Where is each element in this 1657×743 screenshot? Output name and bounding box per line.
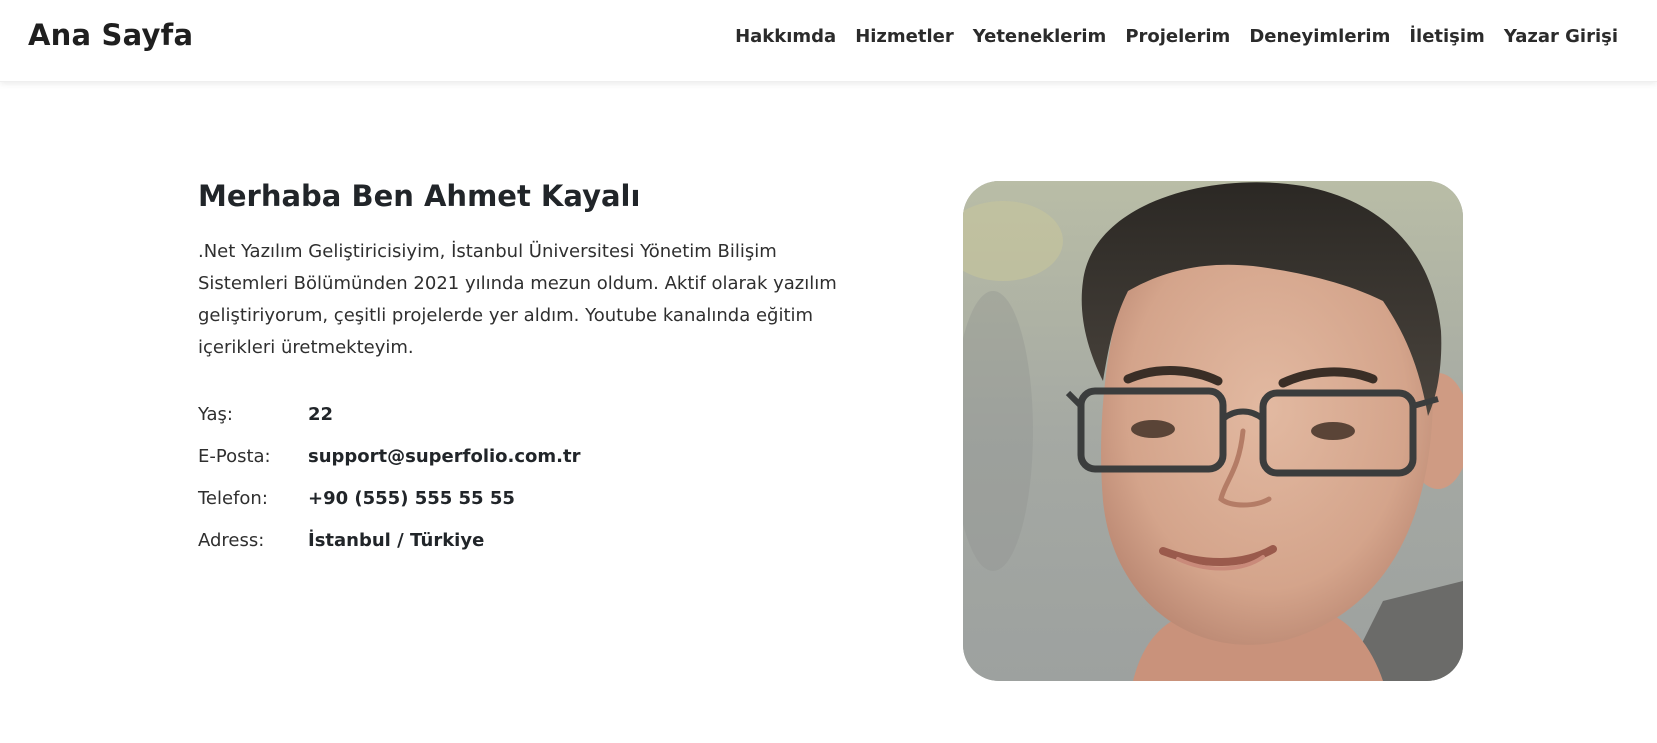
nav-item-projelerim: Projelerim — [1125, 26, 1230, 47]
profile-photo — [963, 181, 1463, 681]
brand-home-link[interactable]: Ana Sayfa — [28, 18, 193, 52]
profile-photo-illustration — [963, 181, 1463, 681]
nav-item-hizmetler: Hizmetler — [855, 26, 954, 47]
about-description: .Net Yazılım Geliştiricisiyim, İstanbul … — [198, 241, 837, 358]
top-navbar: Ana Sayfa Hakkımda Hizmetler Yetenekleri… — [0, 0, 1657, 82]
nav-item-yazar-girisi: Yazar Girişi — [1504, 26, 1618, 47]
nav-link-hizmetler[interactable]: Hizmetler — [855, 26, 954, 47]
nav-link-iletisim[interactable]: İletişim — [1409, 26, 1485, 47]
nav-item-iletisim: İletişim — [1409, 26, 1485, 47]
nav-item-deneyimlerim: Deneyimlerim — [1249, 26, 1390, 47]
about-title: Merhaba Ben Ahmet Kayalı — [198, 179, 641, 213]
nav-link-projelerim[interactable]: Projelerim — [1125, 26, 1230, 47]
nav-link-hakkimda[interactable]: Hakkımda — [735, 26, 836, 47]
info-value-age: 22 — [308, 404, 334, 425]
nav-item-yeteneklerim: Yeteneklerim — [973, 26, 1107, 47]
info-label-age: Yaş: — [198, 404, 233, 425]
info-label-address: Adress: — [198, 530, 265, 551]
nav-link-yazar-girisi[interactable]: Yazar Girişi — [1504, 26, 1618, 47]
nav-item-hakkimda: Hakkımda — [735, 26, 836, 47]
info-value-phone: +90 (555) 555 55 55 — [308, 488, 515, 509]
info-label-phone: Telefon: — [198, 488, 268, 509]
info-row-email: E-Posta: support@superfolio.com.tr — [198, 446, 581, 488]
info-row-phone: Telefon: +90 (555) 555 55 55 — [198, 488, 581, 530]
info-label-email: E-Posta: — [198, 446, 271, 467]
info-row-age: Yaş: 22 — [198, 404, 581, 446]
info-value-address: İstanbul / Türkiye — [308, 530, 485, 551]
nav-link-deneyimlerim[interactable]: Deneyimlerim — [1249, 26, 1390, 47]
info-value-email: support@superfolio.com.tr — [308, 446, 581, 467]
nav-menu: Hakkımda Hizmetler Yeteneklerim Projeler… — [735, 26, 1618, 47]
info-row-address: Adress: İstanbul / Türkiye — [198, 530, 581, 572]
nav-link-yeteneklerim[interactable]: Yeteneklerim — [973, 26, 1107, 47]
personal-info-list: Yaş: 22 E-Posta: support@superfolio.com.… — [198, 404, 581, 572]
